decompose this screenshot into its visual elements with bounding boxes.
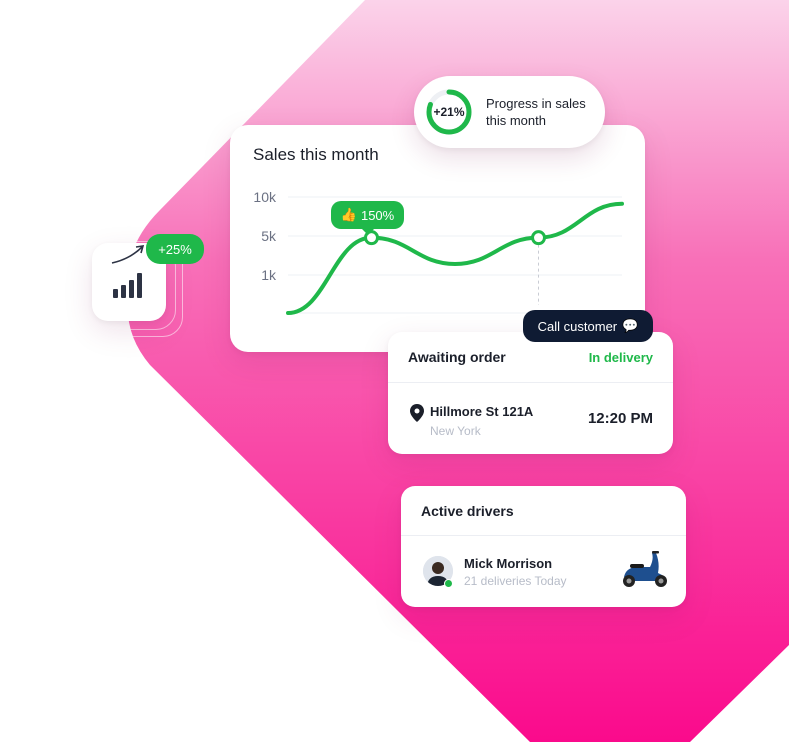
progress-label: Progress in sales this month xyxy=(486,96,586,128)
y-tick-label: 5k xyxy=(261,228,277,244)
peak-badge: 👍 150% xyxy=(331,201,404,235)
chat-bubble-icon: 💬 xyxy=(622,318,639,333)
growth-badge: +25% xyxy=(146,234,204,264)
data-point[interactable] xyxy=(531,230,546,246)
progress-pill: +21% Progress in sales this month xyxy=(414,76,605,148)
thumbs-up-icon: 👍 xyxy=(340,207,357,222)
y-tick-label: 1k xyxy=(261,267,277,283)
call-customer-label: Call customer xyxy=(537,318,618,334)
call-customer-button[interactable]: Call customer 💬 xyxy=(523,310,653,342)
peak-badge-value: 150% xyxy=(360,207,395,223)
progress-value: +21% xyxy=(433,105,465,119)
sales-line-chart: 10k 5k 1k xyxy=(253,189,624,315)
y-tick-label: 10k xyxy=(253,189,277,205)
